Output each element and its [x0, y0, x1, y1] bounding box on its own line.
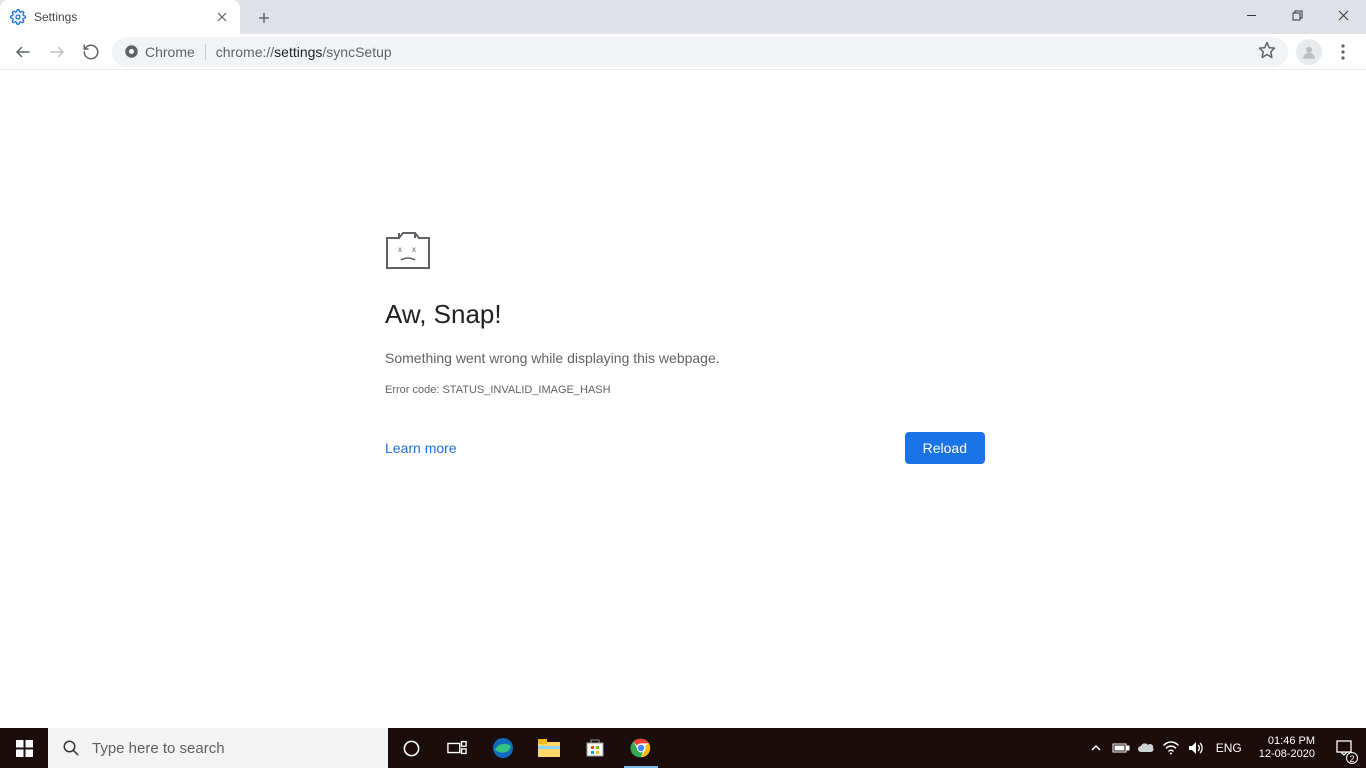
language-indicator[interactable]: ENG — [1210, 741, 1248, 755]
reload-button[interactable]: Reload — [905, 432, 985, 464]
windows-taskbar: Type here to search — [0, 728, 1366, 768]
chrome-taskbar-icon[interactable] — [618, 728, 664, 768]
error-actions: Learn more Reload — [385, 432, 985, 464]
close-tab-button[interactable] — [214, 9, 230, 25]
gear-icon — [10, 9, 26, 25]
url-display: chrome://settings/syncSetup — [216, 44, 392, 60]
error-message: Something went wrong while displaying th… — [385, 350, 985, 366]
profile-avatar[interactable] — [1296, 39, 1322, 65]
chrome-icon — [124, 44, 139, 59]
chrome-menu-button[interactable] — [1326, 35, 1360, 69]
error-code: Error code: STATUS_INVALID_IMAGE_HASH — [385, 384, 985, 396]
start-button[interactable] — [0, 728, 48, 768]
browser-titlebar: Settings — [0, 0, 1366, 34]
window-controls — [1228, 0, 1366, 34]
search-icon — [62, 739, 80, 757]
browser-tab[interactable]: Settings — [0, 0, 240, 34]
sad-folder-icon: x x — [385, 230, 985, 275]
taskbar-clock[interactable]: 01:46 PM 12-08-2020 — [1251, 735, 1323, 761]
page-content: x x Aw, Snap! Something went wrong while… — [0, 70, 1366, 728]
minimize-button[interactable] — [1228, 0, 1274, 30]
forward-button[interactable] — [40, 35, 74, 69]
chip-label: Chrome — [145, 44, 195, 60]
onedrive-icon[interactable] — [1135, 728, 1157, 768]
bookmark-star-icon[interactable] — [1258, 41, 1276, 62]
learn-more-link[interactable]: Learn more — [385, 440, 457, 456]
action-center-icon[interactable]: 2 — [1326, 728, 1362, 768]
tab-title: Settings — [34, 10, 214, 24]
volume-icon[interactable] — [1185, 728, 1207, 768]
site-info-chip[interactable]: Chrome — [124, 44, 195, 60]
browser-toolbar: Chrome chrome://settings/syncSetup — [0, 34, 1366, 70]
task-icons — [388, 728, 664, 768]
notification-count-badge: 2 — [1346, 752, 1358, 764]
wifi-icon[interactable] — [1160, 728, 1182, 768]
task-view-icon[interactable] — [434, 728, 480, 768]
search-placeholder: Type here to search — [92, 740, 225, 757]
error-heading: Aw, Snap! — [385, 299, 985, 330]
clock-time: 01:46 PM — [1259, 735, 1315, 748]
error-panel: x x Aw, Snap! Something went wrong while… — [385, 230, 985, 464]
cortana-icon[interactable] — [388, 728, 434, 768]
tray-overflow-icon[interactable] — [1085, 728, 1107, 768]
edge-icon[interactable] — [480, 728, 526, 768]
clock-date: 12-08-2020 — [1259, 748, 1315, 761]
address-bar[interactable]: Chrome chrome://settings/syncSetup — [112, 37, 1288, 67]
svg-text:x: x — [412, 245, 416, 254]
maximize-button[interactable] — [1274, 0, 1320, 30]
back-button[interactable] — [6, 35, 40, 69]
omnibox-divider — [205, 44, 206, 60]
system-tray: ENG 01:46 PM 12-08-2020 2 — [1085, 728, 1366, 768]
close-window-button[interactable] — [1320, 0, 1366, 30]
new-tab-button[interactable] — [250, 4, 278, 32]
taskbar-search[interactable]: Type here to search — [48, 728, 388, 768]
svg-text:x: x — [398, 245, 402, 254]
file-explorer-icon[interactable] — [526, 728, 572, 768]
battery-icon[interactable] — [1110, 728, 1132, 768]
reload-toolbar-button[interactable] — [74, 35, 108, 69]
microsoft-store-icon[interactable] — [572, 728, 618, 768]
